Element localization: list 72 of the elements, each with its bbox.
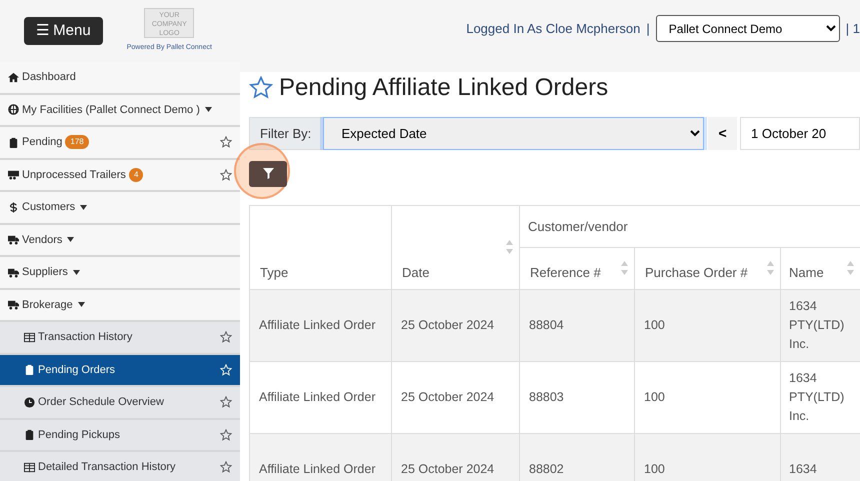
sidebar-label: Unprocessed Trailers xyxy=(22,168,126,182)
sidebar-item[interactable]: Unprocessed Trailers 4 xyxy=(0,160,240,192)
submenu-label: Detailed Transaction History xyxy=(38,460,176,475)
clipboard-icon xyxy=(24,429,35,440)
separator-text: | xyxy=(646,20,650,38)
menu-button[interactable]: ☰ Menu xyxy=(24,17,103,45)
sort-icon xyxy=(506,240,513,254)
page-title: Pending Affiliate Linked Orders xyxy=(279,74,608,103)
table-cell: 88802 xyxy=(520,433,634,481)
table-cell: 100 xyxy=(634,433,780,481)
submenu-item[interactable]: Order Schedule Overview xyxy=(0,387,240,420)
count-badge: 178 xyxy=(65,135,89,150)
globe-icon xyxy=(8,104,19,116)
table-cell: Affiliate Linked Order xyxy=(250,361,392,434)
submenu-item[interactable]: Pending Orders xyxy=(0,354,240,387)
sort-icon xyxy=(621,261,628,276)
star-icon xyxy=(249,76,273,100)
previous-button[interactable]: < xyxy=(708,116,737,150)
submenu-label: Order Schedule Overview xyxy=(38,395,164,410)
clock-icon xyxy=(24,396,35,408)
sidebar-item[interactable]: My Facilities (Pallet Connect Demo ) xyxy=(0,94,240,127)
table-cell: Affiliate Linked Order xyxy=(250,433,392,481)
table-cell: 100 xyxy=(634,361,780,434)
sidebar-label: Vendors xyxy=(22,232,62,248)
table-cell: 88803 xyxy=(520,361,634,434)
home-icon xyxy=(8,72,19,83)
sidebar-label: Dashboard xyxy=(22,70,76,85)
logged-in-text: Logged In As Cloe Mcpherson xyxy=(466,20,640,38)
clipboard-icon xyxy=(8,136,19,148)
filter-icon xyxy=(262,168,274,180)
column-header[interactable]: Purchase Order # xyxy=(634,247,780,290)
submenu-item[interactable]: Transaction History xyxy=(0,322,240,354)
date-field[interactable]: 1 October 20 xyxy=(740,116,860,150)
filter-label: Filter By: xyxy=(249,116,322,150)
table-cell: Affiliate Linked Order xyxy=(250,289,392,362)
sort-icon xyxy=(847,261,854,276)
truck-icon xyxy=(8,234,19,246)
sidebar-label: Suppliers xyxy=(22,265,68,280)
submenu-label: Transaction History xyxy=(38,330,132,345)
submenu-label: Pending Pickups xyxy=(38,428,120,442)
table-icon xyxy=(24,462,35,473)
submenu-item[interactable]: Pending Pickups xyxy=(0,420,240,452)
sidebar-label: Brokerage xyxy=(22,298,73,312)
sidebar-label: Pending xyxy=(22,135,62,150)
table-cell: 1634 xyxy=(780,433,860,481)
clipboard-icon xyxy=(24,364,35,376)
sidebar-label: Customers xyxy=(22,200,76,215)
submenu-label: Pending Orders xyxy=(38,362,116,378)
sidebar-item[interactable]: Brokerage xyxy=(0,290,240,322)
sort-icon xyxy=(767,261,774,276)
column-header[interactable]: Reference # xyxy=(520,247,634,290)
submenu-item[interactable]: Detailed Transaction History xyxy=(0,452,240,481)
facility-select[interactable]: Pallet Connect Demo xyxy=(656,15,840,42)
count-badge: 4 xyxy=(128,168,144,182)
table-cell: 1634 PTY(LTD) Inc. xyxy=(780,289,860,362)
table-cell: 88804 xyxy=(520,289,634,362)
filter-select[interactable]: Expected Date xyxy=(322,116,704,150)
column-header: Type xyxy=(250,205,392,290)
table-cell: 100 xyxy=(634,289,780,362)
table-cell: 25 October 2024 xyxy=(392,433,520,481)
filter-button[interactable] xyxy=(249,160,287,187)
dollar-icon xyxy=(8,202,19,213)
column-header[interactable]: Date xyxy=(392,205,520,290)
trailer-icon xyxy=(8,169,19,180)
table-icon xyxy=(24,332,35,343)
table-cell: 25 October 2024 xyxy=(392,361,520,434)
header-text: | 1 xyxy=(846,20,860,38)
group-header: Customer/vendor xyxy=(520,205,860,248)
sidebar-label: My Facilities (Pallet Connect Demo ) xyxy=(22,102,200,118)
truck-icon xyxy=(8,299,19,310)
table-cell: 25 October 2024 xyxy=(392,289,520,362)
truck-icon xyxy=(8,266,19,278)
